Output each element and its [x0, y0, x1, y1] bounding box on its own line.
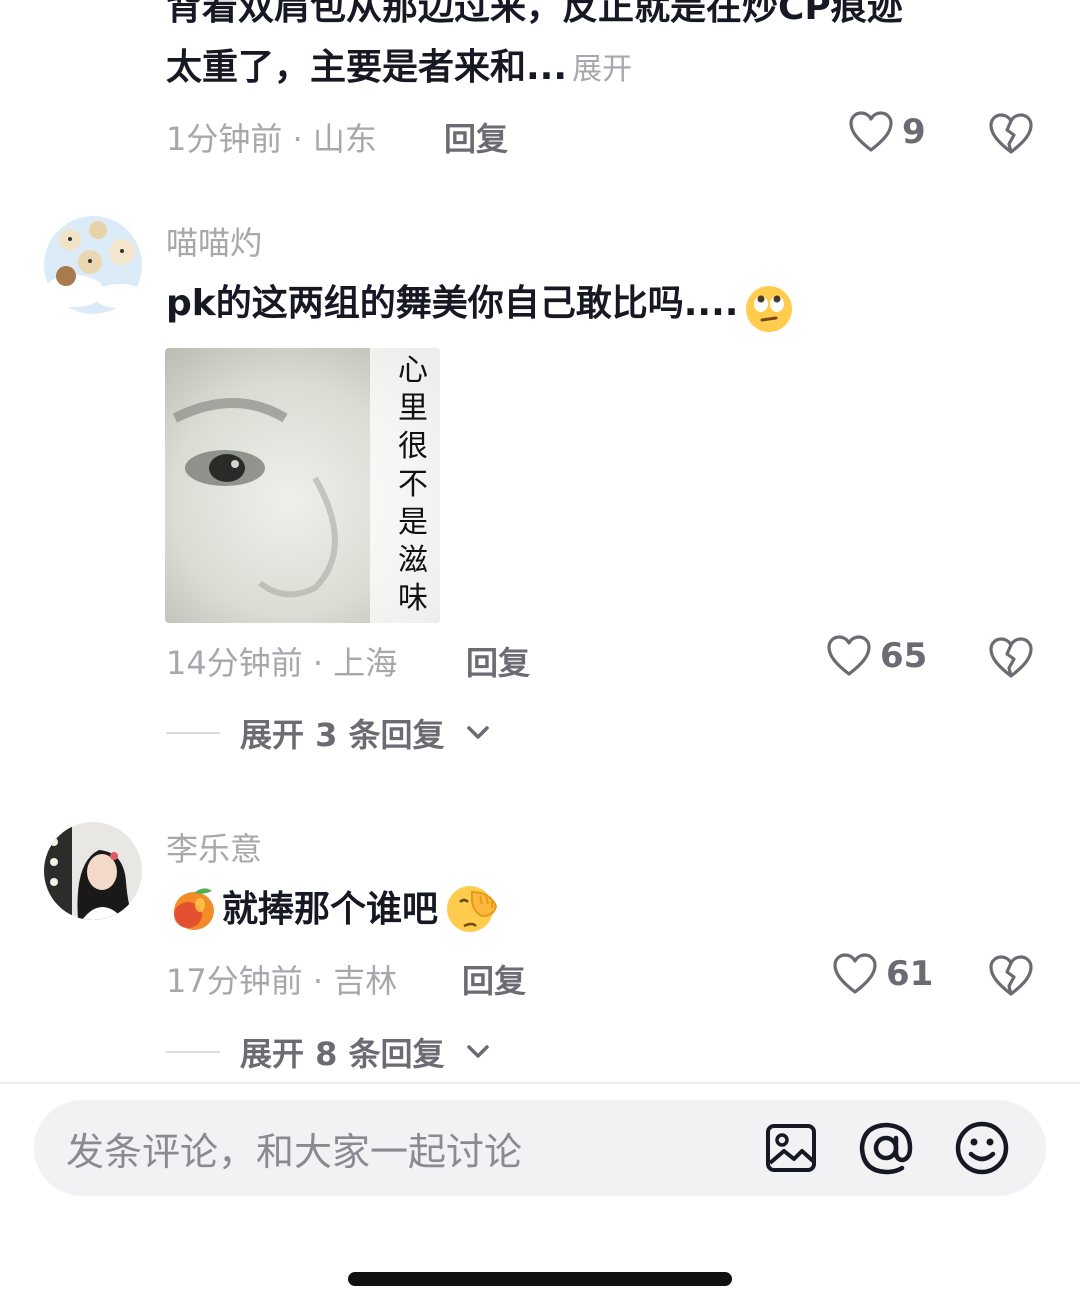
expand-replies-label: 展开 3 条回复	[240, 716, 445, 754]
expand-replies-label: 展开 8 条回复	[240, 1035, 445, 1073]
heart-icon	[826, 634, 872, 678]
chevron-down-icon	[465, 724, 491, 742]
expand-replies-button[interactable]: 展开 8 条回复	[166, 1029, 491, 1075]
emoji-icon[interactable]	[954, 1120, 1010, 1176]
like-button[interactable]: 61	[832, 952, 933, 996]
chevron-down-icon	[465, 1043, 491, 1061]
input-divider	[0, 1082, 1080, 1084]
caption-char: 很	[398, 429, 428, 464]
caption-char: 滋	[398, 543, 428, 578]
mango-emoji	[170, 883, 218, 937]
thread-divider	[166, 732, 220, 734]
caption-char: 不	[398, 467, 428, 502]
face-palm-emoji	[442, 882, 500, 938]
thread-divider	[166, 1051, 220, 1053]
caption-char: 心	[398, 353, 428, 388]
reply-button[interactable]: 回复	[444, 114, 508, 160]
input-actions	[764, 1120, 1010, 1176]
comment-input-placeholder[interactable]: 发条评论，和大家一起讨论	[66, 1121, 764, 1176]
comment-text-line2-wrap: 太重了，主要是者来和... 展开	[166, 42, 632, 94]
comment-text-wrap: pk的这两组的舞美你自己敢比吗....	[166, 278, 794, 338]
like-count: 9	[902, 112, 926, 152]
caption-char: 是	[398, 505, 428, 540]
like-button[interactable]: 65	[826, 634, 927, 678]
image-caption: 心 里 很 不 是 滋 味	[391, 352, 435, 618]
comment-time-location: 1分钟前 · 山东	[166, 120, 377, 158]
username[interactable]: 李乐意	[166, 824, 262, 870]
comment-text-line1: 背着双肩包从那边过来，反正就是在炒CP痕迹	[166, 0, 903, 28]
face-with-rolling-eyes-emoji	[744, 284, 794, 338]
dislike-broken-heart-icon[interactable]	[988, 954, 1034, 998]
home-indicator[interactable]	[348, 1272, 732, 1286]
comment-text-line2: 太重了，主要是者来和...	[166, 47, 568, 88]
avatar[interactable]	[44, 822, 142, 920]
expand-text-link[interactable]: 展开	[572, 52, 632, 87]
comment-time-location: 17分钟前 · 吉林	[166, 962, 398, 1000]
comment-text-wrap: 就捧那个谁吧	[170, 882, 500, 938]
dislike-broken-heart-icon[interactable]	[988, 636, 1034, 680]
dislike-broken-heart-icon[interactable]	[988, 112, 1034, 156]
comment-text: 就捧那个谁吧	[222, 889, 439, 930]
avatar[interactable]	[44, 216, 142, 314]
caption-char: 味	[398, 581, 428, 616]
comment-text: pk的这两组的舞美你自己敢比吗....	[166, 283, 739, 324]
expand-replies-button[interactable]: 展开 3 条回复	[166, 710, 491, 756]
image-icon[interactable]	[764, 1121, 818, 1175]
heart-icon	[832, 952, 878, 996]
reply-button[interactable]: 回复	[466, 638, 530, 684]
heart-icon	[848, 110, 894, 154]
caption-char: 里	[398, 391, 428, 426]
comment-time-location: 14分钟前 · 上海	[166, 644, 398, 682]
comment-image[interactable]: 心 里 很 不 是 滋 味	[165, 348, 440, 623]
at-icon[interactable]	[858, 1120, 914, 1176]
reply-button[interactable]: 回复	[462, 956, 526, 1002]
like-count: 65	[880, 636, 928, 676]
comment-input[interactable]: 发条评论，和大家一起讨论	[34, 1100, 1046, 1196]
like-count: 61	[886, 954, 934, 994]
username[interactable]: 喵喵灼	[166, 218, 262, 264]
like-button[interactable]: 9	[848, 110, 926, 154]
